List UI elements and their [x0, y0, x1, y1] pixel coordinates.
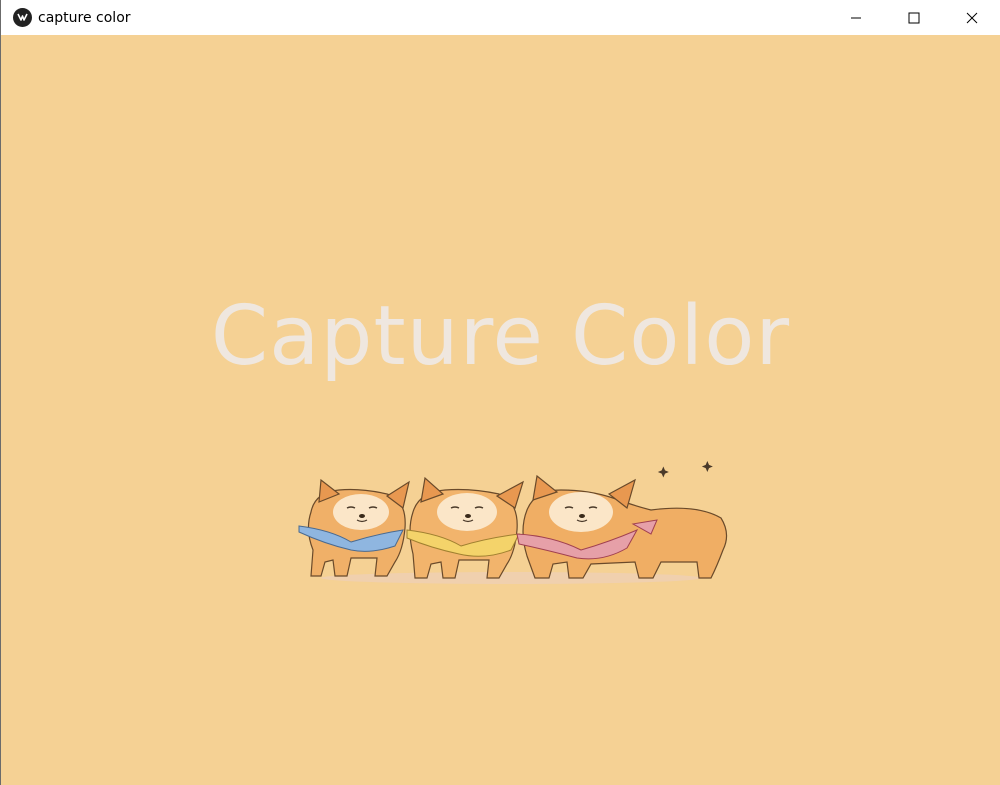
- shiba-dog-right: [516, 474, 728, 579]
- maximize-button[interactable]: [885, 0, 943, 35]
- page-title: Capture Color: [210, 289, 791, 384]
- window-controls: [827, 0, 1000, 35]
- maximize-icon: [908, 12, 920, 23]
- main-content: Capture Color: [1, 35, 1000, 785]
- title-bar[interactable]: capture color: [1, 0, 1000, 35]
- minimize-button[interactable]: [827, 0, 885, 35]
- close-button[interactable]: [943, 0, 1000, 35]
- shiba-dog-left: [298, 478, 410, 577]
- shiba-dog-middle: [406, 476, 525, 579]
- app-window: capture color Capture Color: [0, 0, 1000, 785]
- shiba-dogs-illustration: [298, 461, 728, 584]
- kivy-logo-icon: [13, 8, 32, 27]
- window-title: capture color: [38, 9, 131, 26]
- minimize-icon: [851, 17, 861, 18]
- close-icon: [966, 12, 978, 23]
